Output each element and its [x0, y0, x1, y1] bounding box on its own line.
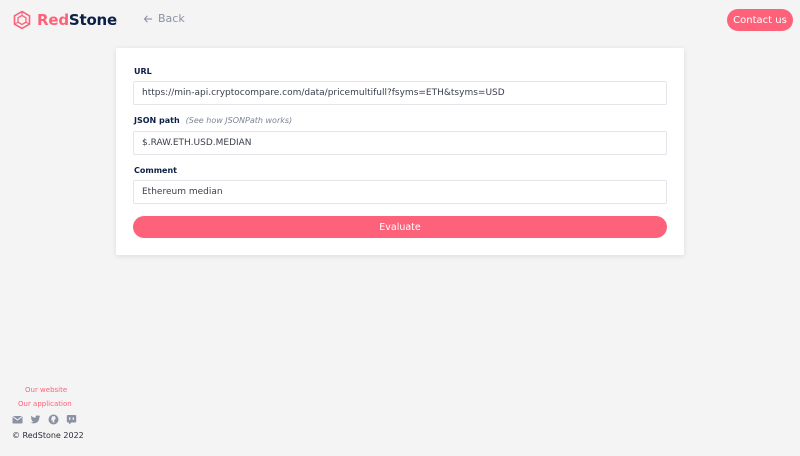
social-icons — [12, 414, 77, 425]
logo-text: RedStone — [37, 11, 117, 29]
twitter-icon[interactable] — [30, 414, 41, 425]
contact-us-button[interactable]: Contact us — [727, 9, 793, 31]
form-card: URL JSON path (See how JSONPath works) Co… — [116, 48, 684, 255]
json-path-input[interactable] — [133, 131, 667, 155]
back-link[interactable]: Back — [143, 12, 185, 25]
url-input[interactable] — [133, 81, 667, 105]
copyright-text: © RedStone 2022 — [12, 431, 84, 440]
our-application-link[interactable]: Our application — [18, 400, 72, 408]
arrow-left-icon — [143, 14, 153, 24]
github-icon[interactable] — [48, 414, 59, 425]
json-path-label: JSON path — [134, 116, 180, 125]
discord-icon[interactable] — [66, 414, 77, 425]
logo-text-red: Red — [37, 11, 69, 29]
page: RedStone Back Contact us URL JSON path (S… — [0, 0, 800, 456]
redstone-logo[interactable]: RedStone — [12, 10, 117, 30]
logo-text-dark: Stone — [68, 11, 118, 29]
comment-input[interactable] — [133, 180, 667, 204]
json-path-label-row: JSON path (See how JSONPath works) — [134, 116, 292, 125]
comment-label: Comment — [134, 166, 177, 175]
url-label: URL — [134, 67, 152, 76]
envelope-icon[interactable] — [12, 414, 23, 425]
back-label: Back — [158, 12, 185, 25]
evaluate-button[interactable]: Evaluate — [133, 216, 667, 238]
jsonpath-help-link[interactable]: (See how JSONPath works) — [186, 116, 292, 125]
hexagon-logo-icon — [12, 10, 32, 30]
our-website-link[interactable]: Our website — [25, 386, 67, 394]
